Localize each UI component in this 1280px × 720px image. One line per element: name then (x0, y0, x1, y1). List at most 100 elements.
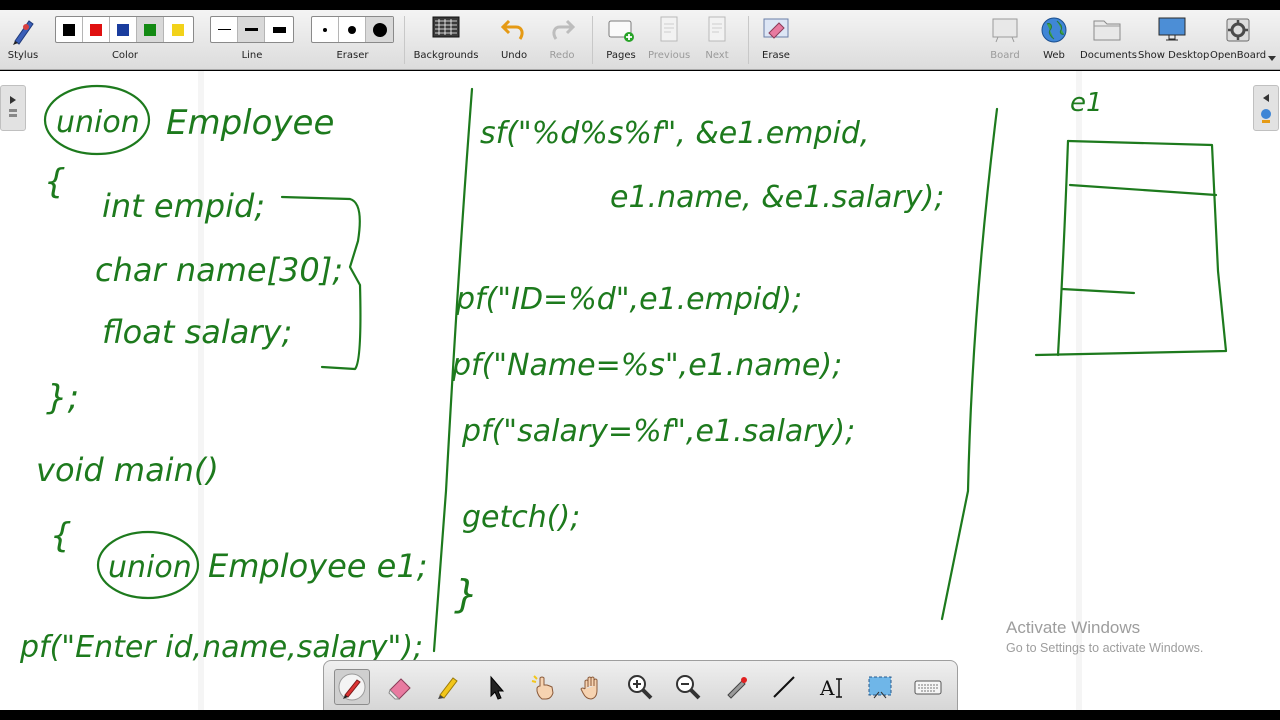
ink-line-union-e1: union (108, 550, 192, 585)
redo-icon (552, 19, 576, 40)
line-group: Line (210, 10, 294, 70)
chevron-down-icon (1268, 56, 1276, 61)
text-tool-button[interactable]: A (814, 669, 850, 705)
erase-board-icon (763, 18, 789, 39)
line-label: Line (241, 50, 263, 61)
ink-line-employee-e1: Employee e1; (208, 547, 427, 585)
swatch-fill-green (144, 23, 156, 36)
color-group: Color (55, 10, 195, 70)
next-label: Next (705, 50, 729, 61)
erase-label: Erase (762, 50, 790, 61)
line-thick-button[interactable] (265, 17, 293, 42)
hand-pan-tool-button[interactable] (574, 669, 610, 705)
open-hand-icon (580, 676, 598, 700)
documents-button[interactable]: Documents (1080, 10, 1138, 70)
virtual-keyboard-button[interactable] (910, 669, 946, 705)
interact-tool-button[interactable] (526, 669, 562, 705)
erase-button[interactable]: Erase (755, 10, 797, 70)
monitor-icon (1158, 17, 1186, 41)
ink-line-sf-format: sf("%d%s%f", &e1.empid, (480, 116, 869, 151)
toolbar-divider (748, 16, 749, 64)
cursor-arrow-icon (490, 675, 505, 700)
undo-label: Undo (500, 50, 528, 61)
toolbar-overflow-button[interactable] (1266, 10, 1278, 70)
eraser-small-icon (323, 27, 327, 32)
eraser-small-button[interactable] (312, 17, 339, 42)
tool-dock: A (323, 660, 958, 710)
ink-line-union-keyword: union (56, 105, 140, 140)
backgrounds-button[interactable]: Backgrounds (413, 10, 479, 70)
zoom-out-tool-button[interactable] (670, 669, 706, 705)
ink-line-close-brace-1: }; (46, 378, 79, 418)
ink-line-void-main: void main() (36, 451, 219, 489)
ink-label-e1: e1 (1070, 88, 1103, 118)
previous-label: Previous (648, 50, 691, 61)
ink-line-employee: Employee (166, 103, 334, 143)
line-medium-icon (244, 28, 258, 31)
previous-button[interactable]: Previous (648, 10, 690, 70)
keyboard-icon (914, 680, 942, 695)
board-button[interactable]: Board (985, 10, 1025, 70)
pages-label: Pages (606, 50, 636, 61)
line-thin-button[interactable] (211, 17, 238, 42)
redo-button[interactable]: Redo (542, 10, 582, 70)
backgrounds-icon (432, 16, 460, 38)
color-yellow-swatch[interactable] (164, 17, 191, 42)
ink-line-pf-id: pf("ID=%d",e1.empid); (455, 282, 802, 317)
web-button[interactable]: Web (1034, 10, 1074, 70)
swatch-fill-blue (117, 23, 129, 36)
eraser-medium-button[interactable] (339, 17, 366, 42)
ink-line-close-brace-2: } (454, 572, 478, 616)
next-button[interactable]: Next (696, 10, 738, 70)
openboard-label: OpenBoard (1210, 50, 1267, 61)
zoom-in-icon (628, 675, 653, 700)
show-desktop-label: Show Desktop (1138, 50, 1210, 61)
activate-windows-watermark: Activate Windows Go to Settings to activ… (1006, 618, 1203, 655)
ink-memory-box-left-edge (1056, 139, 1070, 357)
laser-pointer-tool-button[interactable] (718, 669, 754, 705)
undo-button[interactable]: Undo (494, 10, 534, 70)
pointing-hand-icon (531, 675, 554, 700)
show-desktop-button[interactable]: Show Desktop (1138, 10, 1210, 70)
openboard-button[interactable]: OpenBoard (1210, 10, 1266, 70)
color-label: Color (111, 50, 139, 61)
color-blue-swatch[interactable] (110, 17, 137, 42)
toolbar-divider (592, 16, 593, 64)
eraser-large-button[interactable] (366, 17, 393, 42)
board-icon (992, 18, 1018, 43)
bottom-black-bar (0, 710, 1280, 720)
documents-label: Documents (1080, 50, 1138, 61)
color-black-swatch[interactable] (56, 17, 83, 42)
line-width-picker (210, 16, 294, 43)
capture-tool-button[interactable] (862, 669, 898, 705)
color-green-swatch[interactable] (137, 17, 164, 42)
highlighter-tool-button[interactable] (430, 669, 466, 705)
stylus-button[interactable]: Stylus (0, 10, 46, 70)
color-red-swatch[interactable] (83, 17, 110, 42)
capture-icon (868, 676, 892, 699)
color-picker (55, 16, 194, 43)
line-tool-button[interactable] (766, 669, 802, 705)
laser-pointer-icon (727, 677, 747, 699)
top-black-bar (0, 0, 1280, 10)
line-medium-button[interactable] (238, 17, 265, 42)
eraser-label: Eraser (336, 50, 369, 61)
selector-tool-button[interactable] (478, 669, 514, 705)
backgrounds-label: Backgrounds (413, 50, 479, 61)
eraser-tool-icon (388, 678, 411, 700)
eraser-tool-button[interactable] (382, 669, 418, 705)
ink-line-sf-args: e1.name, &e1.salary); (610, 180, 944, 215)
ink-line-float-salary: float salary; (102, 313, 292, 351)
swatch-fill-yellow (171, 23, 184, 36)
zoom-in-tool-button[interactable] (622, 669, 658, 705)
board-canvas[interactable]: union Employee { int empid; char name[30… (0, 71, 1280, 710)
pages-button[interactable]: Pages (600, 10, 642, 70)
undo-icon (500, 19, 524, 40)
main-toolbar: Stylus Color Line Eraser Backgrounds Und… (0, 10, 1280, 70)
handwriting-layer: union Employee { int empid; char name[30… (19, 84, 1228, 665)
eraser-medium-icon (348, 25, 356, 34)
ink-line-open-brace-1: { (44, 162, 66, 202)
ink-memory-divider-1 (1068, 183, 1218, 197)
redo-label: Redo (549, 50, 575, 61)
pen-tool-button[interactable] (334, 669, 370, 705)
